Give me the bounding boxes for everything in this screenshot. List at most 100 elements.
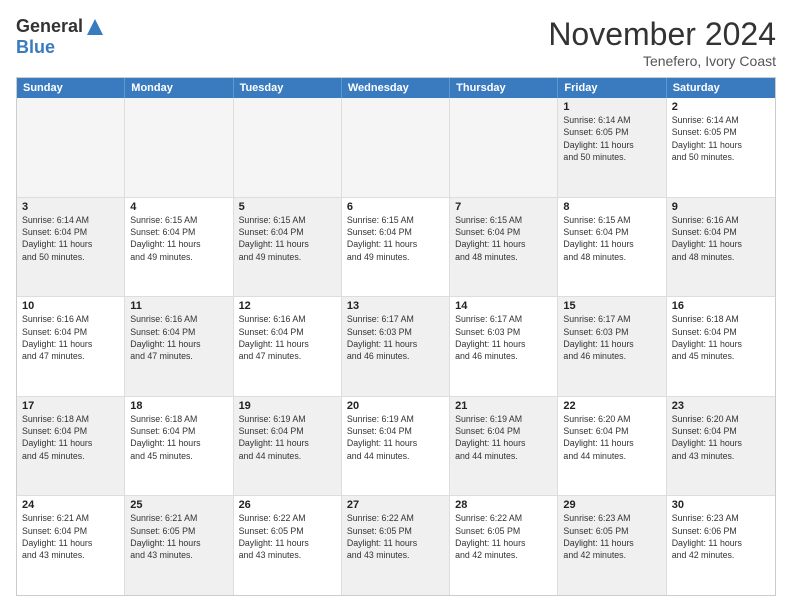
day-cell-8: 8Sunrise: 6:15 AM Sunset: 6:04 PM Daylig…: [558, 198, 666, 297]
day-info: Sunrise: 6:15 AM Sunset: 6:04 PM Dayligh…: [455, 214, 552, 263]
day-number: 18: [130, 400, 227, 412]
calendar-header-tuesday: Tuesday: [234, 78, 342, 98]
day-number: 27: [347, 499, 444, 511]
day-number: 29: [563, 499, 660, 511]
day-cell-5: 5Sunrise: 6:15 AM Sunset: 6:04 PM Daylig…: [234, 198, 342, 297]
day-cell-12: 12Sunrise: 6:16 AM Sunset: 6:04 PM Dayli…: [234, 297, 342, 396]
day-info: Sunrise: 6:17 AM Sunset: 6:03 PM Dayligh…: [563, 313, 660, 362]
day-info: Sunrise: 6:18 AM Sunset: 6:04 PM Dayligh…: [22, 413, 119, 462]
day-cell-24: 24Sunrise: 6:21 AM Sunset: 6:04 PM Dayli…: [17, 496, 125, 595]
empty-cell: [234, 98, 342, 197]
day-number: 26: [239, 499, 336, 511]
day-number: 24: [22, 499, 119, 511]
day-cell-27: 27Sunrise: 6:22 AM Sunset: 6:05 PM Dayli…: [342, 496, 450, 595]
day-number: 10: [22, 300, 119, 312]
day-cell-11: 11Sunrise: 6:16 AM Sunset: 6:04 PM Dayli…: [125, 297, 233, 396]
day-info: Sunrise: 6:19 AM Sunset: 6:04 PM Dayligh…: [455, 413, 552, 462]
empty-cell: [125, 98, 233, 197]
day-number: 13: [347, 300, 444, 312]
day-info: Sunrise: 6:17 AM Sunset: 6:03 PM Dayligh…: [455, 313, 552, 362]
calendar-row-3: 17Sunrise: 6:18 AM Sunset: 6:04 PM Dayli…: [17, 397, 775, 497]
day-number: 22: [563, 400, 660, 412]
day-cell-16: 16Sunrise: 6:18 AM Sunset: 6:04 PM Dayli…: [667, 297, 775, 396]
page: General Blue November 2024 Tenefero, Ivo…: [0, 0, 792, 612]
calendar-header-thursday: Thursday: [450, 78, 558, 98]
calendar-header: SundayMondayTuesdayWednesdayThursdayFrid…: [17, 78, 775, 98]
day-info: Sunrise: 6:14 AM Sunset: 6:04 PM Dayligh…: [22, 214, 119, 263]
logo: General Blue: [16, 16, 105, 58]
day-number: 6: [347, 201, 444, 213]
location-subtitle: Tenefero, Ivory Coast: [548, 53, 776, 69]
empty-cell: [450, 98, 558, 197]
day-number: 1: [563, 101, 660, 113]
title-section: November 2024 Tenefero, Ivory Coast: [548, 16, 776, 69]
day-cell-1: 1Sunrise: 6:14 AM Sunset: 6:05 PM Daylig…: [558, 98, 666, 197]
day-info: Sunrise: 6:23 AM Sunset: 6:06 PM Dayligh…: [672, 512, 770, 561]
day-info: Sunrise: 6:21 AM Sunset: 6:05 PM Dayligh…: [130, 512, 227, 561]
day-cell-19: 19Sunrise: 6:19 AM Sunset: 6:04 PM Dayli…: [234, 397, 342, 496]
day-number: 25: [130, 499, 227, 511]
day-info: Sunrise: 6:16 AM Sunset: 6:04 PM Dayligh…: [672, 214, 770, 263]
day-cell-4: 4Sunrise: 6:15 AM Sunset: 6:04 PM Daylig…: [125, 198, 233, 297]
day-info: Sunrise: 6:14 AM Sunset: 6:05 PM Dayligh…: [672, 114, 770, 163]
calendar-header-monday: Monday: [125, 78, 233, 98]
day-info: Sunrise: 6:22 AM Sunset: 6:05 PM Dayligh…: [347, 512, 444, 561]
day-cell-14: 14Sunrise: 6:17 AM Sunset: 6:03 PM Dayli…: [450, 297, 558, 396]
calendar-row-4: 24Sunrise: 6:21 AM Sunset: 6:04 PM Dayli…: [17, 496, 775, 595]
day-number: 3: [22, 201, 119, 213]
calendar-header-sunday: Sunday: [17, 78, 125, 98]
day-number: 19: [239, 400, 336, 412]
day-number: 17: [22, 400, 119, 412]
day-cell-2: 2Sunrise: 6:14 AM Sunset: 6:05 PM Daylig…: [667, 98, 775, 197]
calendar-header-wednesday: Wednesday: [342, 78, 450, 98]
day-cell-3: 3Sunrise: 6:14 AM Sunset: 6:04 PM Daylig…: [17, 198, 125, 297]
calendar-row-1: 3Sunrise: 6:14 AM Sunset: 6:04 PM Daylig…: [17, 198, 775, 298]
logo-general-text: General: [16, 16, 83, 37]
day-number: 5: [239, 201, 336, 213]
day-cell-28: 28Sunrise: 6:22 AM Sunset: 6:05 PM Dayli…: [450, 496, 558, 595]
day-number: 20: [347, 400, 444, 412]
day-number: 21: [455, 400, 552, 412]
empty-cell: [342, 98, 450, 197]
day-cell-6: 6Sunrise: 6:15 AM Sunset: 6:04 PM Daylig…: [342, 198, 450, 297]
day-cell-10: 10Sunrise: 6:16 AM Sunset: 6:04 PM Dayli…: [17, 297, 125, 396]
day-cell-25: 25Sunrise: 6:21 AM Sunset: 6:05 PM Dayli…: [125, 496, 233, 595]
day-info: Sunrise: 6:15 AM Sunset: 6:04 PM Dayligh…: [130, 214, 227, 263]
day-cell-15: 15Sunrise: 6:17 AM Sunset: 6:03 PM Dayli…: [558, 297, 666, 396]
day-info: Sunrise: 6:17 AM Sunset: 6:03 PM Dayligh…: [347, 313, 444, 362]
day-number: 9: [672, 201, 770, 213]
day-info: Sunrise: 6:19 AM Sunset: 6:04 PM Dayligh…: [347, 413, 444, 462]
day-info: Sunrise: 6:22 AM Sunset: 6:05 PM Dayligh…: [239, 512, 336, 561]
month-title: November 2024: [548, 16, 776, 53]
day-info: Sunrise: 6:16 AM Sunset: 6:04 PM Dayligh…: [130, 313, 227, 362]
calendar-row-0: 1 Sunrise: 6:14 AM Sunset: 6:05 PM Daylig…: [17, 98, 775, 198]
day-cell-20: 20Sunrise: 6:19 AM Sunset: 6:04 PM Dayli…: [342, 397, 450, 496]
day-cell-22: 22Sunrise: 6:20 AM Sunset: 6:04 PM Dayli…: [558, 397, 666, 496]
day-number: 30: [672, 499, 770, 511]
day-info: Sunrise: 6:18 AM Sunset: 6:04 PM Dayligh…: [130, 413, 227, 462]
day-number: 14: [455, 300, 552, 312]
day-info: Sunrise: 6:21 AM Sunset: 6:04 PM Dayligh…: [22, 512, 119, 561]
day-cell-18: 18Sunrise: 6:18 AM Sunset: 6:04 PM Dayli…: [125, 397, 233, 496]
logo-blue-text: Blue: [16, 37, 55, 58]
day-cell-13: 13Sunrise: 6:17 AM Sunset: 6:03 PM Dayli…: [342, 297, 450, 396]
calendar: SundayMondayTuesdayWednesdayThursdayFrid…: [16, 77, 776, 596]
calendar-header-friday: Friday: [558, 78, 666, 98]
day-info: Sunrise: 6:22 AM Sunset: 6:05 PM Dayligh…: [455, 512, 552, 561]
day-cell-23: 23Sunrise: 6:20 AM Sunset: 6:04 PM Dayli…: [667, 397, 775, 496]
day-info: Sunrise: 6:16 AM Sunset: 6:04 PM Dayligh…: [239, 313, 336, 362]
day-number: 7: [455, 201, 552, 213]
day-number: 16: [672, 300, 770, 312]
day-info: Sunrise: 6:20 AM Sunset: 6:04 PM Dayligh…: [672, 413, 770, 462]
calendar-row-2: 10Sunrise: 6:16 AM Sunset: 6:04 PM Dayli…: [17, 297, 775, 397]
day-info: Sunrise: 6:15 AM Sunset: 6:04 PM Dayligh…: [347, 214, 444, 263]
calendar-body: 1 Sunrise: 6:14 AM Sunset: 6:05 PM Daylig…: [17, 98, 775, 595]
day-cell-26: 26Sunrise: 6:22 AM Sunset: 6:05 PM Dayli…: [234, 496, 342, 595]
day-cell-9: 9Sunrise: 6:16 AM Sunset: 6:04 PM Daylig…: [667, 198, 775, 297]
day-number: 23: [672, 400, 770, 412]
day-info: Sunrise: 6:16 AM Sunset: 6:04 PM Dayligh…: [22, 313, 119, 362]
day-cell-30: 30Sunrise: 6:23 AM Sunset: 6:06 PM Dayli…: [667, 496, 775, 595]
day-number: 28: [455, 499, 552, 511]
day-cell-29: 29Sunrise: 6:23 AM Sunset: 6:05 PM Dayli…: [558, 496, 666, 595]
day-number: 12: [239, 300, 336, 312]
